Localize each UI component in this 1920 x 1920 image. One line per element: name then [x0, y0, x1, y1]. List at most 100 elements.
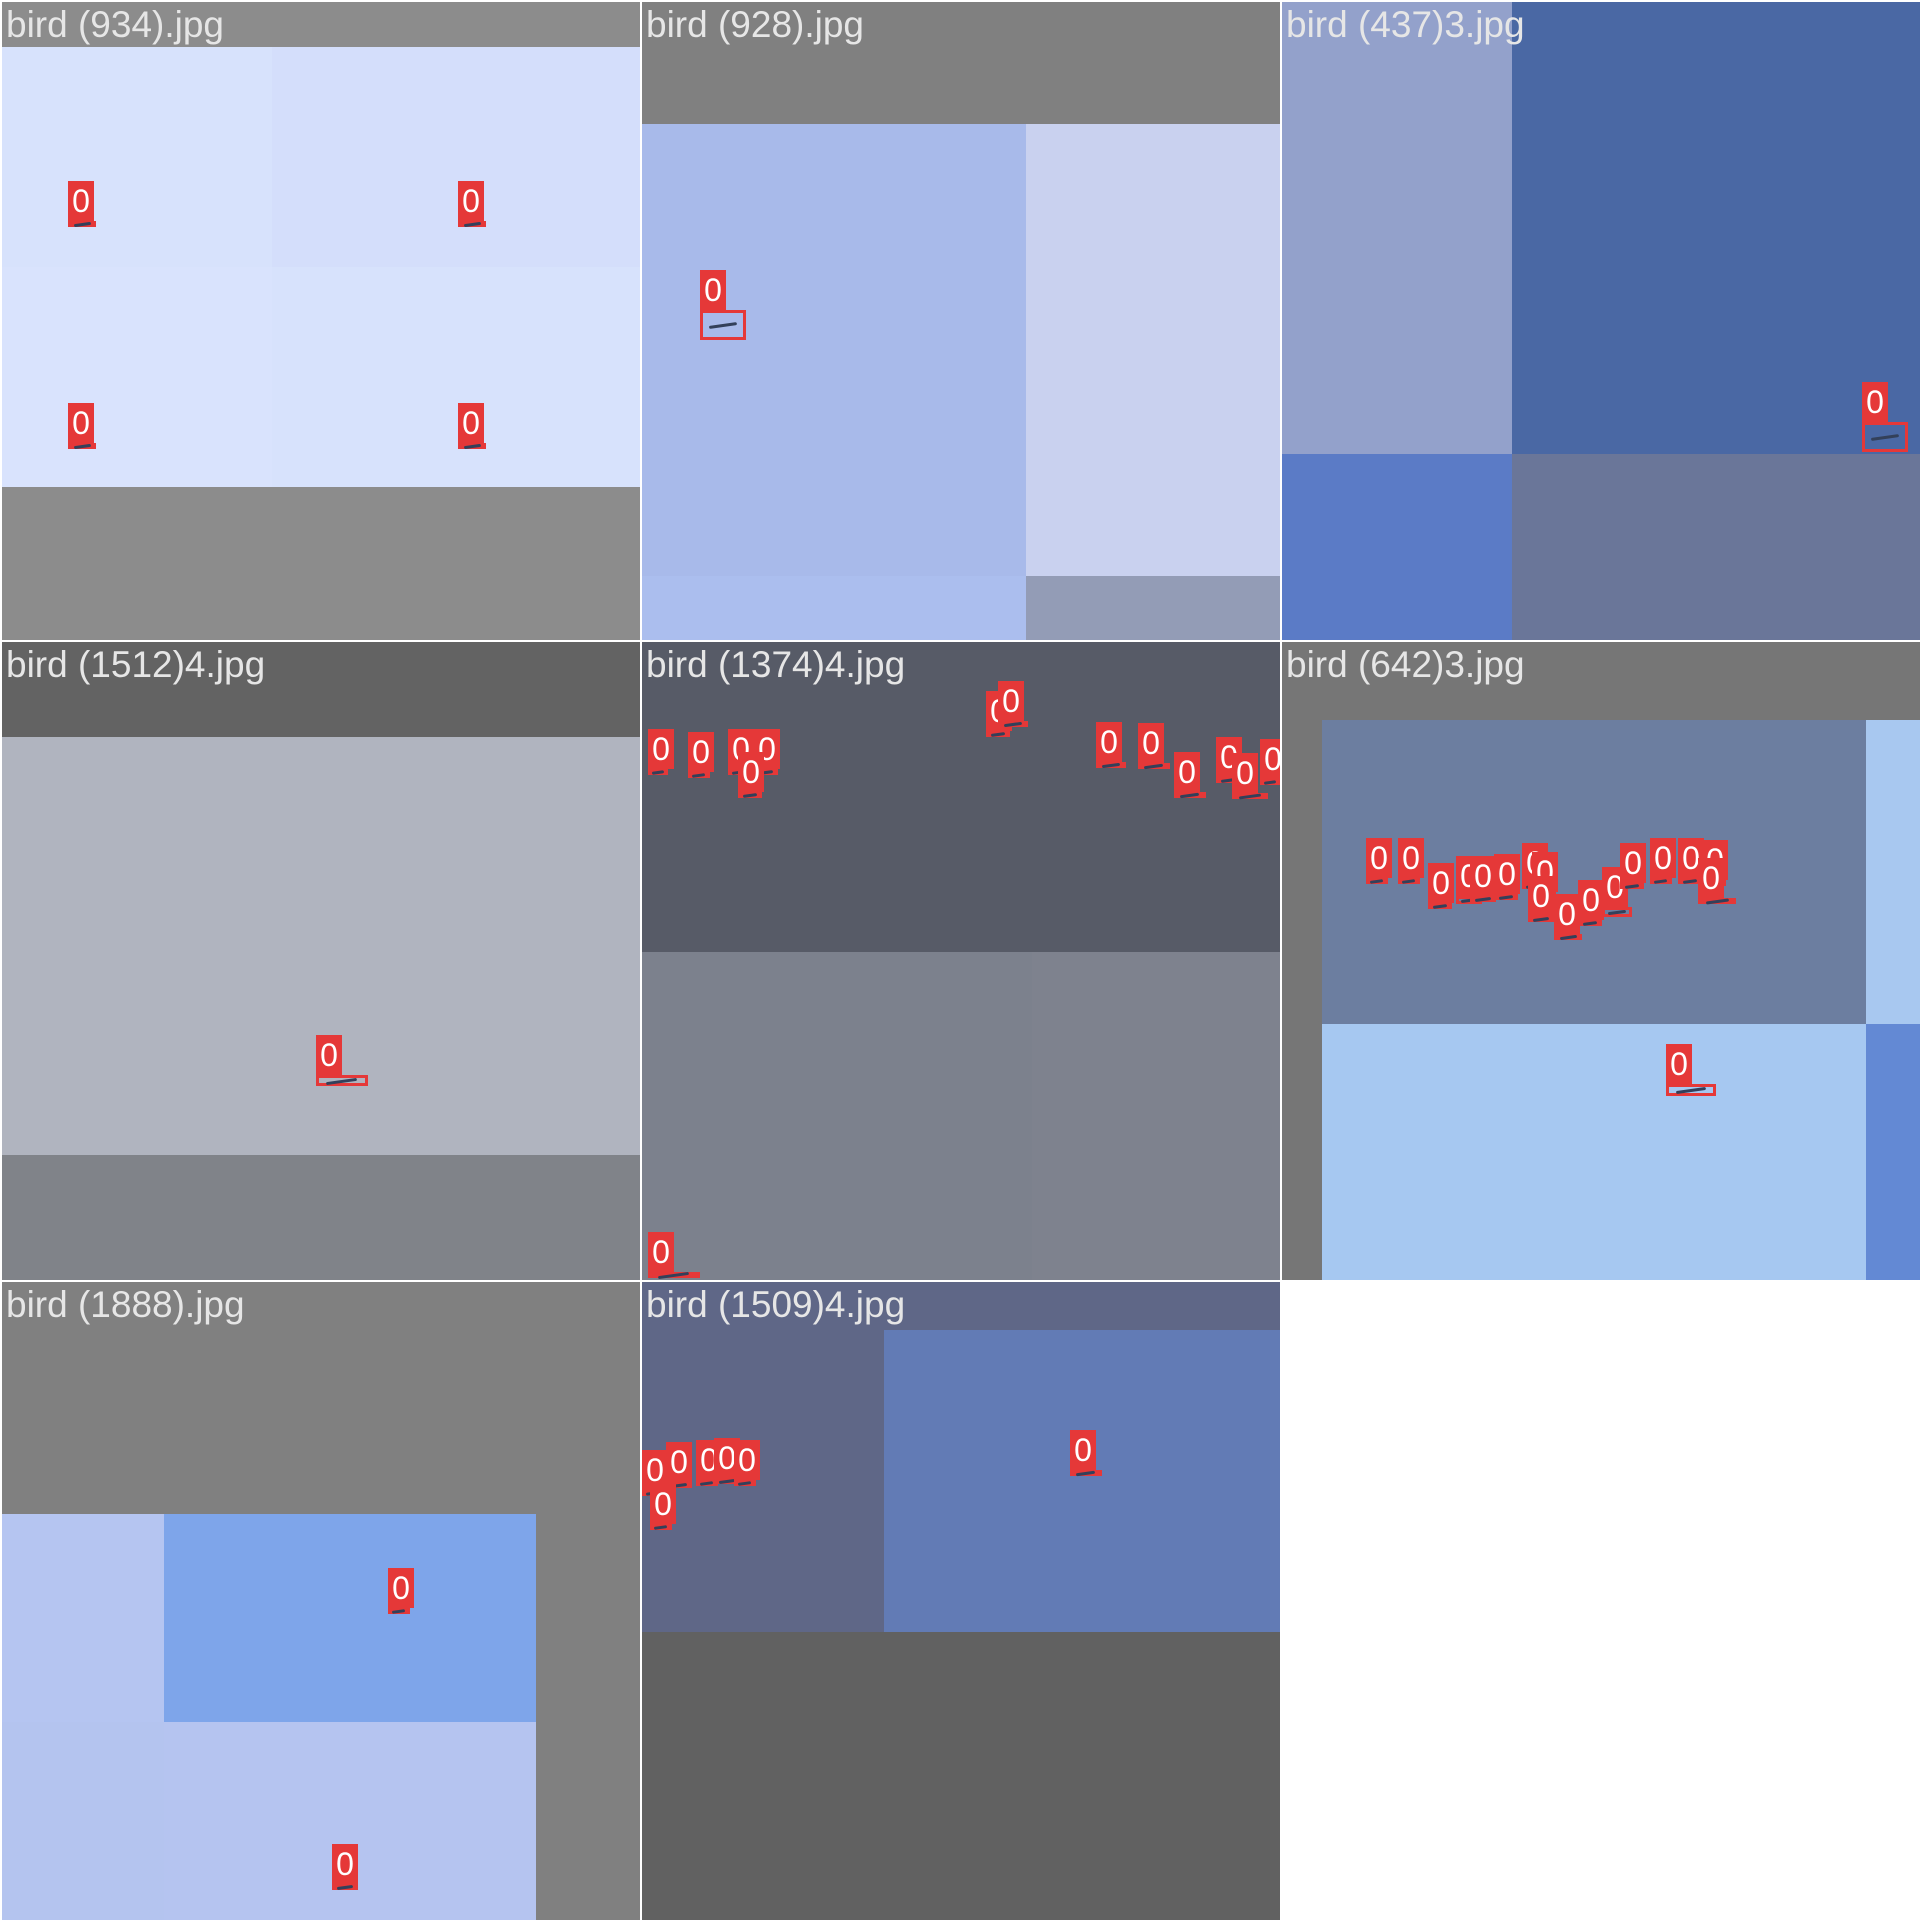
class-label: 0 — [1366, 838, 1392, 878]
class-label: 0 — [700, 270, 726, 310]
class-label: 0 — [332, 1844, 358, 1884]
detection: 0 — [700, 270, 746, 340]
detection: 0 — [1666, 1044, 1716, 1096]
class-label: 0 — [1070, 1430, 1096, 1470]
class-label: 0 — [316, 1035, 342, 1075]
class-label: 0 — [1470, 856, 1496, 896]
image-region — [642, 124, 1026, 640]
detection: 0 — [458, 403, 486, 450]
detection: 0 — [666, 1442, 692, 1489]
class-label: 0 — [1698, 858, 1724, 898]
class-label: 0 — [648, 729, 674, 769]
image-tile: bird (1512)4.jpg 0 — [2, 642, 640, 1280]
class-label: 0 — [998, 681, 1024, 721]
class-label: 0 — [1398, 838, 1424, 878]
image-region — [1322, 1024, 1866, 1280]
image-region — [272, 47, 640, 267]
image-region — [1512, 454, 1920, 640]
class-label: 0 — [1554, 894, 1580, 934]
detection: 0 — [1260, 739, 1280, 785]
class-label: 0 — [68, 403, 94, 443]
class-label: 0 — [666, 1442, 692, 1482]
class-label: 0 — [1174, 752, 1200, 792]
image-tile: bird (642)3.jpg000000000000000000 — [1282, 642, 1920, 1280]
detection: 0 — [332, 1844, 358, 1891]
class-label: 0 — [1666, 1044, 1692, 1084]
image-region — [2, 1155, 640, 1280]
class-label: 0 — [388, 1568, 414, 1608]
image-region — [164, 1722, 536, 1920]
image-tile: bird (1888).jpg 0 0 — [2, 1282, 640, 1920]
detection: 0 — [1174, 752, 1206, 799]
tile-filename: bird (1512)4.jpg — [6, 644, 266, 685]
detection: 0 — [1138, 723, 1170, 770]
detection: 0 — [388, 1568, 414, 1614]
image-region — [642, 952, 1032, 1280]
class-label: 0 — [1862, 382, 1888, 422]
detection: 0 — [68, 181, 96, 228]
tile-filename: bird (1374)4.jpg — [646, 644, 906, 685]
image-tile: bird (928).jpg 0 — [642, 2, 1280, 640]
image-region — [2, 267, 272, 487]
image-region — [2, 737, 640, 1155]
tile-filename: bird (928).jpg — [646, 4, 865, 45]
class-label: 0 — [738, 752, 764, 792]
detection: 0 — [648, 1232, 700, 1280]
image-region — [2, 1514, 164, 1722]
class-label: 0 — [458, 181, 484, 221]
image-region — [2, 1722, 164, 1920]
class-label: 0 — [1138, 723, 1164, 763]
detection: 0 — [316, 1035, 368, 1086]
detection: 0 — [998, 681, 1028, 728]
class-label: 0 — [1260, 739, 1280, 779]
detection: 0 — [650, 1484, 676, 1530]
class-label: 0 — [1620, 843, 1646, 883]
image-region — [164, 1514, 536, 1722]
class-label: 0 — [1650, 838, 1676, 878]
detection: 0 — [738, 752, 764, 798]
detection: 0 — [1398, 838, 1424, 884]
class-label: 0 — [734, 1440, 760, 1480]
class-label: 0 — [648, 1232, 674, 1272]
class-label: 0 — [1528, 876, 1554, 916]
detection: 0 — [648, 729, 674, 775]
detection: 0 — [1650, 838, 1676, 884]
class-label: 0 — [458, 403, 484, 443]
detection: 0 — [68, 403, 96, 450]
tile-filename: bird (934).jpg — [6, 4, 225, 45]
detection: 0 — [1428, 863, 1454, 909]
tile-filename: bird (642)3.jpg — [1286, 644, 1525, 685]
image-region — [1032, 952, 1280, 1280]
detection: 0 — [1366, 838, 1392, 884]
detection: 0 — [1070, 1430, 1102, 1477]
image-tile: bird (934).jpg 0 0 0 0 — [2, 2, 640, 640]
tile-filename: bird (1509)4.jpg — [646, 1284, 906, 1325]
detection: 0 — [1862, 382, 1908, 452]
tile-filename: bird (437)3.jpg — [1286, 4, 1525, 45]
tile-filename: bird (1888).jpg — [6, 1284, 245, 1325]
class-label: 0 — [1096, 722, 1122, 762]
image-region — [1866, 720, 1920, 1024]
class-label: 0 — [1578, 880, 1604, 920]
detection: 0 — [1698, 858, 1736, 905]
detection: 0 — [1470, 856, 1496, 903]
detection: 0 — [734, 1440, 760, 1486]
image-tile: bird (1509)4.jpg 0 0 0 0 0 0 0 — [642, 1282, 1280, 1920]
image-region — [1512, 2, 1920, 454]
image-tile: bird (437)3.jpg 0 — [1282, 2, 1920, 640]
class-label: 0 — [1494, 854, 1520, 894]
image-region — [1282, 2, 1512, 454]
image-tile — [1282, 1282, 1920, 1920]
detection: 0 — [458, 181, 486, 228]
class-label: 0 — [650, 1484, 676, 1524]
image-region — [1282, 454, 1512, 640]
image-region — [642, 1632, 1280, 1920]
detection: 0 — [688, 732, 714, 778]
detection: 0 — [1494, 854, 1520, 900]
class-label: 0 — [688, 732, 714, 772]
image-region — [1866, 1024, 1920, 1280]
detection: 0 — [1096, 722, 1126, 769]
image-region — [642, 576, 1026, 640]
detection: 0 — [1528, 876, 1554, 923]
class-label: 0 — [1232, 753, 1258, 793]
